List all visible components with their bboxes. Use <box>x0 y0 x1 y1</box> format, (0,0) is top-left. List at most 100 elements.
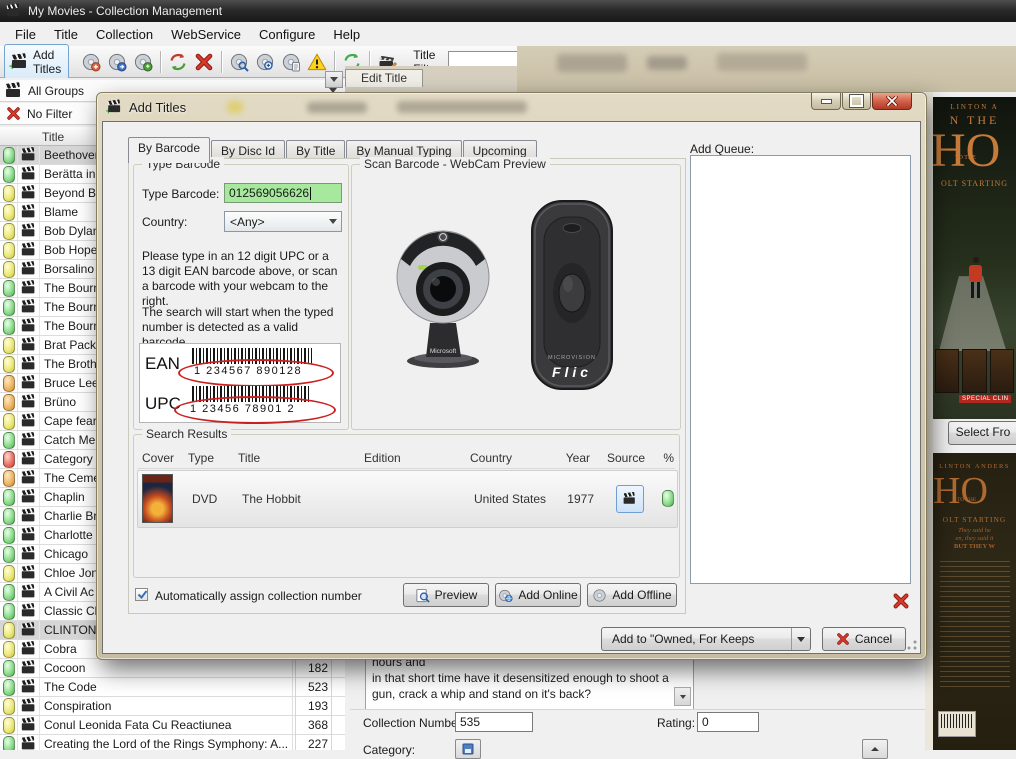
disc-burn-icon[interactable] <box>131 50 155 74</box>
status-cell <box>0 279 18 297</box>
status-cell <box>0 621 18 639</box>
movie-type-cell <box>18 640 40 658</box>
movie-type-cell <box>18 336 40 354</box>
no-filter-icon <box>7 107 20 120</box>
disc-export-icon[interactable] <box>105 50 129 74</box>
combo-arrow-fragment[interactable] <box>325 71 343 88</box>
status-yellow-capsule <box>2 697 15 715</box>
split-button-arrow[interactable] <box>791 628 810 650</box>
movie-row[interactable]: Conul Leonida Fata Cu Reactiunea 368 <box>0 716 345 735</box>
collection-number: 523 <box>292 678 332 696</box>
menu-item-collection[interactable]: Collection <box>87 24 162 45</box>
status-green-capsule <box>2 431 15 449</box>
blurred-toolbar-fragment <box>717 53 807 71</box>
status-yellow-capsule <box>2 222 15 240</box>
warning-icon[interactable] <box>305 50 329 74</box>
glass-blur-fragment <box>227 101 243 113</box>
collection-number-label: Collection Number: <box>363 716 466 730</box>
status-cell <box>0 203 18 221</box>
results-column-source: Source <box>606 451 646 465</box>
status-cell <box>0 697 18 715</box>
scroll-down-button[interactable] <box>674 687 691 706</box>
add-online-button[interactable]: Add Online <box>495 583 581 607</box>
status-cell <box>0 260 18 278</box>
dialog-client: By Barcode By Disc Id By Title By Manual Ty… <box>102 121 921 654</box>
cover-text: en, they said it <box>955 535 994 542</box>
movie-title: The Code <box>44 680 97 694</box>
cancel-button[interactable]: Cancel <box>822 627 906 651</box>
movie-row[interactable]: The Code 523 <box>0 678 345 697</box>
add-offline-button[interactable]: Add Offline <box>587 583 677 607</box>
scrollbar-gutter <box>332 678 345 696</box>
status-cell <box>0 336 18 354</box>
clapperboard-icon <box>21 586 35 599</box>
status-cell <box>0 678 18 696</box>
minimize-button[interactable] <box>811 93 841 110</box>
clapperboard-icon <box>21 358 35 371</box>
movie-type-cell <box>18 222 40 240</box>
clapperboard-icon <box>21 700 35 713</box>
status-green-capsule <box>2 146 15 164</box>
background-window-area <box>517 46 1016 92</box>
barcode-input[interactable]: 012569056626 <box>224 183 342 203</box>
menu-item-configure[interactable]: Configure <box>250 24 324 45</box>
result-row[interactable]: DVD The Hobbit United States 1977 <box>137 470 678 528</box>
movie-row[interactable]: Creating the Lord of the Rings Symphony:… <box>0 735 345 750</box>
status-yellow-capsule <box>2 184 15 202</box>
scrollbar-gutter <box>332 659 345 677</box>
disc-import-icon[interactable] <box>79 50 103 74</box>
country-select[interactable]: <Any> <box>224 211 342 232</box>
sync-icon[interactable] <box>166 50 190 74</box>
menu-item-file[interactable]: File <box>6 24 45 45</box>
tab-by-barcode[interactable]: By Barcode <box>128 137 211 163</box>
remove-from-queue-button[interactable] <box>890 590 912 612</box>
results-header[interactable]: Cover Type Title Edition Country Year Source% <box>134 449 679 467</box>
movie-row[interactable]: Cocoon 182 <box>0 659 345 678</box>
preview-button[interactable]: Preview <box>403 583 489 607</box>
edit-title-tab[interactable]: Edit Title <box>345 69 423 87</box>
add-titles-button[interactable]: + Add Titles <box>4 43 70 80</box>
resize-grip[interactable] <box>907 640 917 650</box>
movie-type-cell <box>18 697 40 715</box>
country-value: <Any> <box>230 214 265 229</box>
disc-lookup-icon[interactable] <box>227 50 251 74</box>
close-button[interactable] <box>872 93 912 110</box>
status-cell <box>0 431 18 449</box>
disc-copy-icon[interactable] <box>279 50 303 74</box>
movie-type-cell <box>18 735 40 750</box>
clapperboard-icon <box>21 529 35 542</box>
movie-row[interactable]: Conspiration 193 <box>0 697 345 716</box>
source-icon <box>616 485 644 513</box>
auto-assign-checkbox[interactable] <box>135 588 148 601</box>
movie-type-cell <box>18 507 40 525</box>
collection-number-field[interactable]: 535 <box>455 712 533 732</box>
movie-type-cell <box>18 260 40 278</box>
status-green-capsule <box>2 602 15 620</box>
clapperboard-icon <box>21 339 35 352</box>
special-clinic-badge: SPECIAL CLIN <box>959 395 1012 403</box>
delete-icon[interactable] <box>192 50 216 74</box>
movie-type-cell <box>18 317 40 335</box>
status-orange-capsule <box>2 469 15 487</box>
menu-item-title[interactable]: Title <box>45 24 87 45</box>
movie-type-cell <box>18 241 40 259</box>
dialog-titlebar[interactable]: + Add Titles <box>97 93 926 121</box>
rating-field[interactable]: 0 <box>697 712 759 732</box>
add-queue-label: Add Queue: <box>690 142 755 156</box>
select-from-button[interactable]: Select Fro <box>948 421 1016 445</box>
add-queue-listbox[interactable] <box>690 155 911 584</box>
maximize-button[interactable] <box>842 93 871 110</box>
movie-title: Creating the Lord of the Rings Symphony:… <box>44 737 289 750</box>
clapperboard-icon <box>21 643 35 656</box>
category-picker-button[interactable] <box>455 739 481 759</box>
menu-item-webservice[interactable]: WebService <box>162 24 250 45</box>
disc-zoom-icon[interactable] <box>253 50 277 74</box>
cover-barcode <box>938 711 976 737</box>
menu-item-help[interactable]: Help <box>324 24 369 45</box>
picker-button[interactable] <box>862 739 888 759</box>
status-cell <box>0 545 18 563</box>
add-to-group-button[interactable]: Add to "Owned, For Keeps <box>601 627 811 651</box>
result-title: The Hobbit <box>242 492 301 506</box>
header-divider <box>138 468 675 469</box>
status-cell <box>0 184 18 202</box>
